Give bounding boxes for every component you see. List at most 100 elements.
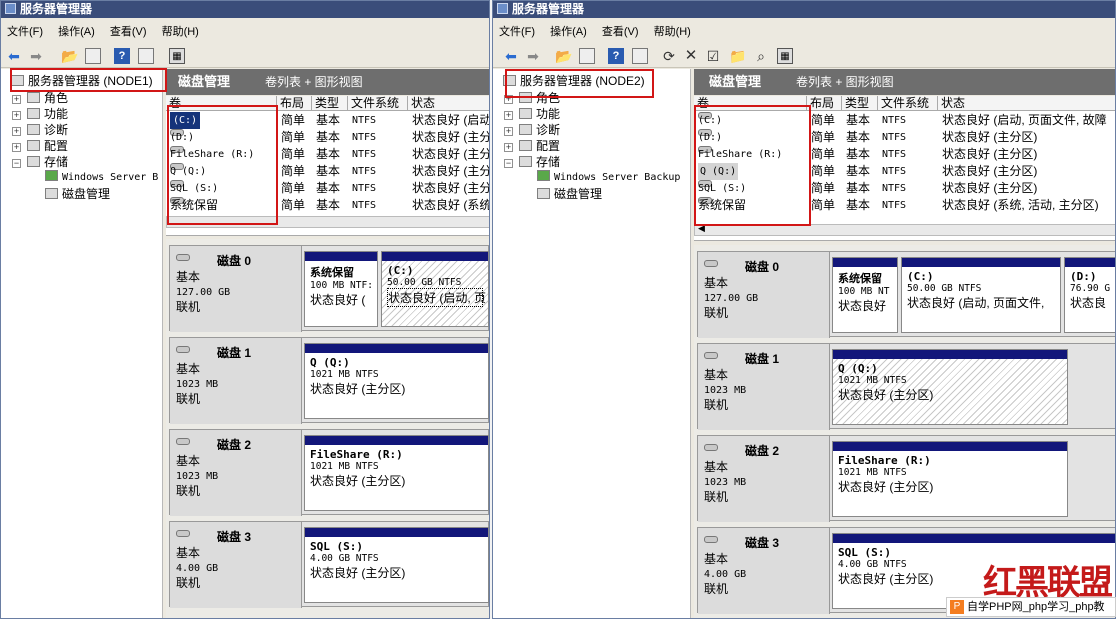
column-status[interactable]: 状态 bbox=[937, 96, 965, 111]
expand-roles-icon[interactable]: + bbox=[12, 95, 21, 104]
menu-view[interactable]: 查看(V) bbox=[602, 26, 639, 38]
menu-help[interactable]: 帮助(H) bbox=[654, 26, 691, 38]
tree-item-diagnostics[interactable]: 诊断 bbox=[27, 122, 68, 138]
disk-icon bbox=[704, 536, 718, 543]
partition-sql[interactable]: SQL (S:) 4.00 GB NTFS 状态良好 (主分区) bbox=[304, 527, 489, 603]
highlight-node1-box bbox=[10, 68, 167, 92]
disk-0-label[interactable]: 磁盘 0 基本 127.00 GB 联机 bbox=[698, 252, 830, 338]
menu-help[interactable]: 帮助(H) bbox=[162, 26, 199, 38]
properties-icon[interactable] bbox=[138, 48, 154, 64]
tree-item-windows-server-backup[interactable]: Windows Server B bbox=[45, 170, 158, 186]
partition-fileshare[interactable]: FileShare (R:) 1021 MB NTFS 状态良好 (主分区) bbox=[832, 441, 1068, 517]
delete-icon[interactable]: ✕ bbox=[683, 48, 699, 64]
column-filesystem[interactable]: 文件系统 bbox=[877, 96, 929, 111]
disk-icon bbox=[176, 346, 190, 353]
disk-icon bbox=[704, 444, 718, 451]
tree-item-features[interactable]: 功能 bbox=[27, 106, 68, 122]
column-filesystem[interactable]: 文件系统 bbox=[347, 96, 399, 111]
up-folder-icon[interactable]: 📂 bbox=[555, 48, 572, 64]
back-arrow-icon[interactable]: ⬅ bbox=[6, 48, 22, 64]
settings-icon[interactable]: ▦ bbox=[169, 48, 185, 64]
disk-icon bbox=[704, 352, 718, 359]
expand-features-icon[interactable]: + bbox=[12, 111, 21, 120]
disk-2: 磁盘 2 基本 1023 MB 联机 FileShare (R:) 1021 MB NT… bbox=[169, 429, 489, 516]
expand-features-icon[interactable]: + bbox=[504, 111, 513, 120]
partition-q[interactable]: Q (Q:) 1021 MB NTFS 状态良好 (主分区) bbox=[304, 343, 489, 419]
expand-diagnostics-icon[interactable]: + bbox=[504, 127, 513, 136]
menu-action[interactable]: 操作(A) bbox=[550, 26, 587, 38]
right-server-manager-window: 服务器管理器 文件(F) 操作(A) 查看(V) 帮助(H) ⬅ ➡ 📂 ? ⟳… bbox=[492, 0, 1116, 619]
tree-item-features[interactable]: 功能 bbox=[519, 106, 560, 122]
show-hide-tree-icon[interactable] bbox=[579, 48, 595, 64]
disk-3-label[interactable]: 磁盘 3 基本 4.00 GB 联机 bbox=[170, 522, 302, 608]
tree-item-disk-management[interactable]: 磁盘管理 bbox=[537, 186, 602, 202]
expand-configuration-icon[interactable]: + bbox=[504, 143, 513, 152]
collapse-storage-icon[interactable]: − bbox=[12, 159, 21, 168]
partition-fileshare[interactable]: FileShare (R:) 1021 MB NTFS 状态良好 (主分区) bbox=[304, 435, 489, 511]
disk-0: 磁盘 0 基本 127.00 GB 联机 系统保留 100 MB NTF: 状态良好 ( … bbox=[169, 245, 489, 332]
check-icon[interactable]: ☑ bbox=[705, 48, 721, 64]
disk-0-label[interactable]: 磁盘 0 基本 127.00 GB 联机 bbox=[170, 246, 302, 332]
help-icon[interactable]: ? bbox=[114, 48, 130, 64]
collapse-storage-icon[interactable]: − bbox=[504, 159, 513, 168]
site-logo-icon: P bbox=[950, 600, 964, 614]
show-hide-tree-icon[interactable] bbox=[85, 48, 101, 64]
tree-item-windows-server-backup[interactable]: Windows Server Backup bbox=[537, 170, 680, 186]
settings-icon[interactable]: ▦ bbox=[777, 48, 793, 64]
disk-2-label[interactable]: 磁盘 2 基本 1023 MB 联机 bbox=[170, 430, 302, 516]
back-arrow-icon[interactable]: ⬅ bbox=[503, 48, 519, 64]
watermark-site-text: 自学PHP网_php学习_php教 bbox=[967, 601, 1105, 613]
tree-item-diagnostics[interactable]: 诊断 bbox=[519, 122, 560, 138]
disk-icon bbox=[176, 530, 190, 537]
disk-3-label[interactable]: 磁盘 3 基本 4.00 GB 联机 bbox=[698, 528, 830, 614]
tree-item-configuration[interactable]: 配置 bbox=[27, 138, 68, 154]
disk-management-icon bbox=[45, 188, 58, 199]
partition-c[interactable]: (C:) 50.00 GB NTFS 状态良好 (启动, 页 bbox=[381, 251, 489, 327]
partition-system-reserved[interactable]: 系统保留 100 MB NTF: 状态良好 ( bbox=[304, 251, 378, 327]
disk-icon bbox=[176, 438, 190, 445]
tree-item-configuration[interactable]: 配置 bbox=[519, 138, 560, 154]
menu-file[interactable]: 文件(F) bbox=[499, 26, 535, 38]
expand-configuration-icon[interactable]: + bbox=[12, 143, 21, 152]
disk-graphical-view: 磁盘 0 基本 127.00 GB 联机 系统保留 100 MB NTF: 状态良好 ( … bbox=[166, 239, 489, 618]
expand-diagnostics-icon[interactable]: + bbox=[12, 127, 21, 136]
up-folder-icon[interactable]: 📂 bbox=[61, 48, 78, 64]
storage-icon bbox=[519, 156, 532, 167]
content-subtitle: 卷列表 + 图形视图 bbox=[265, 75, 363, 89]
highlight-volumes-box bbox=[694, 105, 811, 226]
title-bar: 服务器管理器 bbox=[1, 1, 489, 18]
tree-item-storage[interactable]: 存储 bbox=[27, 154, 68, 170]
partition-system-reserved[interactable]: 系统保留 100 MB NT 状态良好 bbox=[832, 257, 898, 333]
partition-q[interactable]: Q (Q:) 1021 MB NTFS 状态良好 (主分区) bbox=[832, 349, 1068, 425]
content-title: 磁盘管理 bbox=[709, 74, 762, 89]
menu-bar: 文件(F) 操作(A) 查看(V) 帮助(H) bbox=[493, 21, 1115, 43]
menu-file[interactable]: 文件(F) bbox=[7, 26, 43, 38]
tree-item-storage[interactable]: 存储 bbox=[519, 154, 560, 170]
help-icon[interactable]: ? bbox=[608, 48, 624, 64]
menu-view[interactable]: 查看(V) bbox=[110, 26, 147, 38]
disk-management-icon bbox=[537, 188, 550, 199]
properties-icon[interactable] bbox=[632, 48, 648, 64]
forward-arrow-icon[interactable]: ➡ bbox=[525, 48, 541, 64]
diagnostics-icon bbox=[27, 124, 40, 135]
tree-item-disk-management[interactable]: 磁盘管理 bbox=[45, 186, 110, 202]
column-type[interactable]: 类型 bbox=[311, 96, 339, 111]
column-type[interactable]: 类型 bbox=[841, 96, 869, 111]
tree-item-roles[interactable]: 角色 bbox=[27, 90, 68, 106]
open-folder-icon[interactable]: 📁 bbox=[729, 48, 746, 64]
refresh-icon[interactable]: ⟳ bbox=[661, 48, 677, 64]
disk-1-label[interactable]: 磁盘 1 基本 1023 MB 联机 bbox=[698, 344, 830, 430]
disk-1: 磁盘 1 基本 1023 MB 联机 Q (Q:) 1021 MB NTFS 状态良好 (… bbox=[697, 343, 1115, 430]
forward-arrow-icon[interactable]: ➡ bbox=[28, 48, 44, 64]
features-icon bbox=[519, 108, 532, 119]
search-icon[interactable]: ⌕ bbox=[753, 48, 769, 64]
disk-icon bbox=[704, 260, 718, 267]
disk-2-label[interactable]: 磁盘 2 基本 1023 MB 联机 bbox=[698, 436, 830, 522]
menu-action[interactable]: 操作(A) bbox=[58, 26, 95, 38]
column-status[interactable]: 状态 bbox=[407, 96, 435, 111]
partition-d[interactable]: (D:) 76.90 G 状态良 bbox=[1064, 257, 1115, 333]
partition-c[interactable]: (C:) 50.00 GB NTFS 状态良好 (启动, 页面文件, bbox=[901, 257, 1061, 333]
content-subtitle: 卷列表 + 图形视图 bbox=[796, 75, 894, 89]
disk-1-label[interactable]: 磁盘 1 基本 1023 MB 联机 bbox=[170, 338, 302, 424]
column-layout[interactable]: 布局 bbox=[276, 96, 304, 111]
